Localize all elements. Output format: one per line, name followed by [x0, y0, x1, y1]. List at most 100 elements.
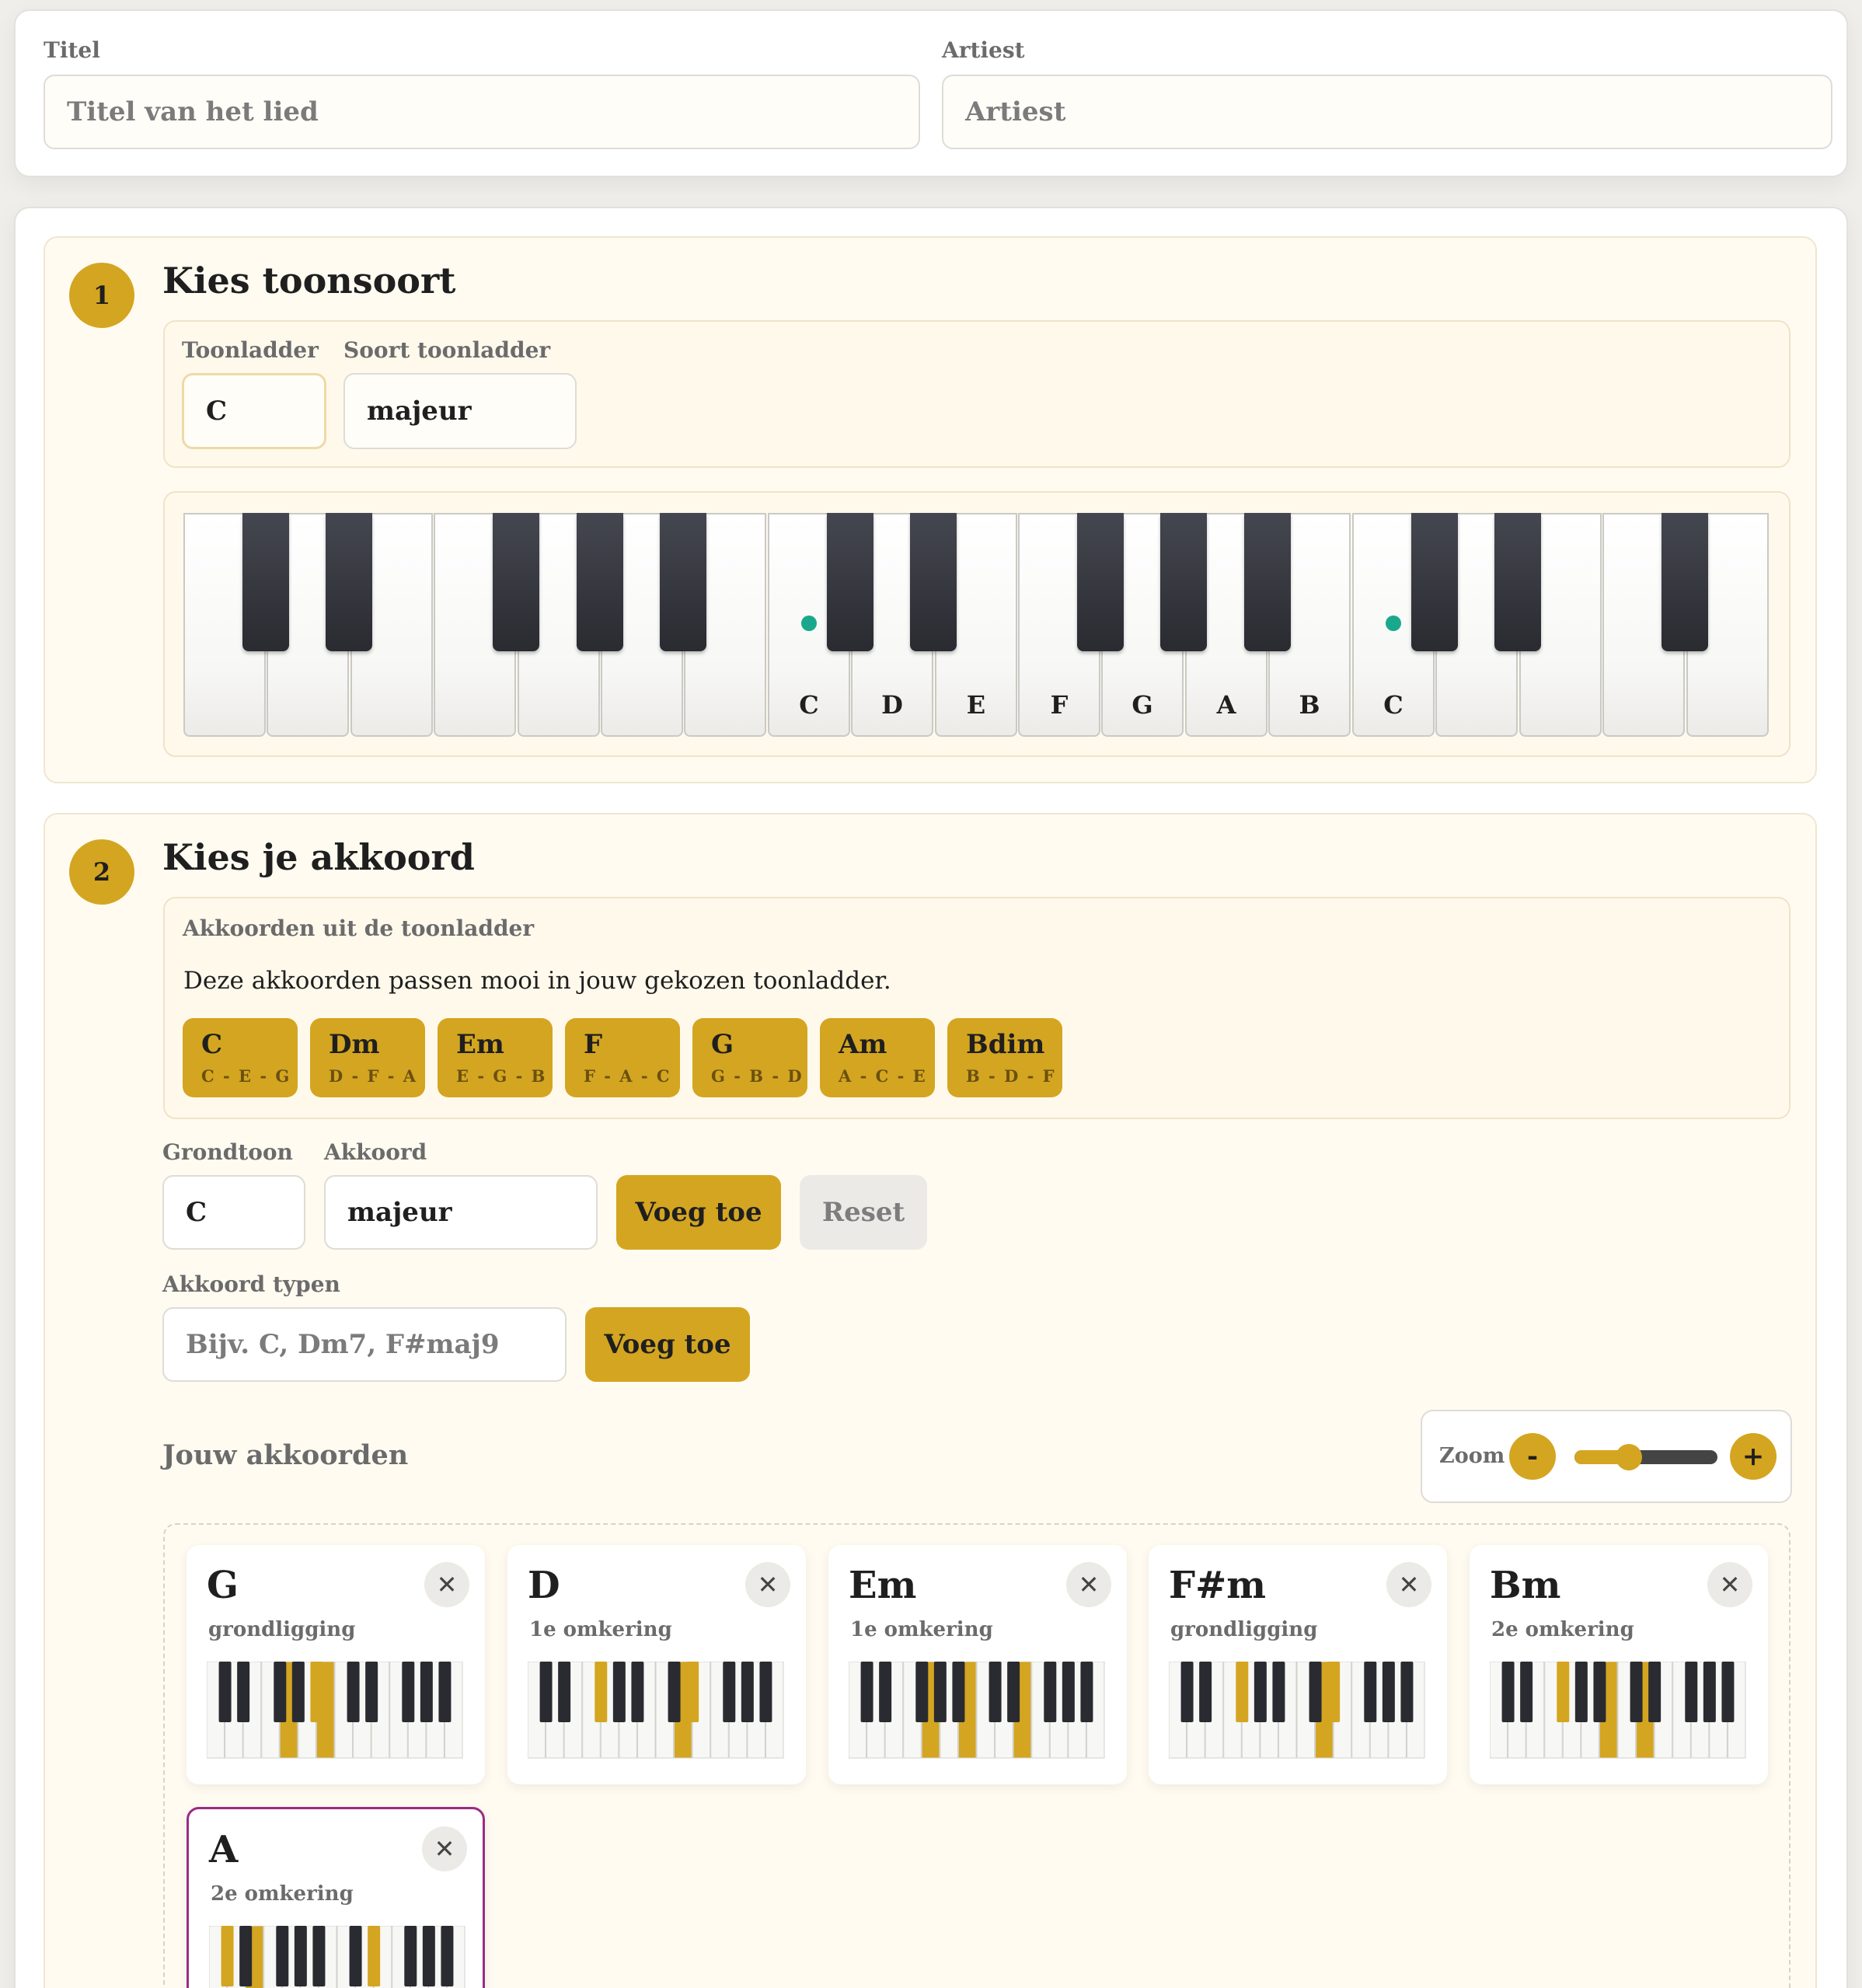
chord-card[interactable]: F#m grondligging ✕ [1149, 1545, 1447, 1784]
step2-badge: 2 [69, 839, 134, 905]
black-key[interactable] [1494, 513, 1541, 651]
chord-card-inversion: 2e omkering [1491, 1618, 1634, 1641]
close-icon[interactable]: ✕ [1386, 1562, 1431, 1607]
mini-black-key [1199, 1662, 1212, 1722]
mini-black-key [237, 1662, 250, 1722]
black-key[interactable] [326, 513, 372, 651]
mini-black-key [1593, 1662, 1606, 1722]
mini-keyboard [1490, 1662, 1746, 1759]
black-key[interactable] [1662, 513, 1708, 651]
mini-black-key [1044, 1662, 1057, 1722]
chip-notes: A - C - E [839, 1066, 927, 1086]
black-key[interactable] [910, 513, 957, 651]
chord-card-inversion: grondligging [208, 1618, 356, 1641]
mini-black-key [218, 1662, 232, 1722]
chord-card[interactable]: A 2e omkering ✕ [187, 1807, 485, 1988]
mini-black-key [441, 1926, 454, 1986]
mini-black-key [952, 1662, 965, 1722]
key-label: C [799, 690, 819, 720]
mini-black-key [539, 1662, 553, 1722]
chip-notes: F - A - C [584, 1066, 671, 1086]
mini-black-key [1236, 1662, 1249, 1722]
black-key[interactable] [1244, 513, 1291, 651]
close-icon[interactable]: ✕ [745, 1562, 790, 1607]
zoom-in-button[interactable]: + [1730, 1433, 1777, 1480]
mini-black-key [347, 1662, 360, 1722]
chord-chip-am[interactable]: Am A - C - E [820, 1018, 935, 1097]
black-key[interactable] [1411, 513, 1458, 651]
chord-card[interactable]: D 1e omkering ✕ [507, 1545, 806, 1784]
black-key[interactable] [1160, 513, 1207, 651]
mini-keyboard [849, 1662, 1105, 1759]
mini-keyboard [207, 1662, 463, 1759]
chord-chip-c[interactable]: C C - E - G [183, 1018, 298, 1097]
zoom-slider[interactable] [1574, 1450, 1717, 1464]
mini-black-key [1400, 1662, 1414, 1722]
mini-black-key [686, 1662, 699, 1722]
mini-black-key [1557, 1662, 1570, 1722]
reset-button[interactable]: Reset [800, 1175, 927, 1250]
mini-black-key [558, 1662, 571, 1722]
black-key[interactable] [493, 513, 539, 651]
chip-notes: G - B - D [711, 1066, 804, 1086]
type-chord-input[interactable]: Bijv. C, Dm7, F#maj9 [162, 1307, 567, 1382]
artist-input[interactable]: Artiest [942, 75, 1832, 149]
scale-select[interactable]: C [182, 373, 326, 449]
mini-keyboard [528, 1662, 784, 1759]
mini-black-key [1520, 1662, 1533, 1722]
mini-black-key [310, 1662, 323, 1722]
chip-notes: E - G - B [456, 1066, 547, 1086]
add-chord-button[interactable]: Voeg toe [616, 1175, 781, 1250]
black-key[interactable] [242, 513, 289, 651]
chord-chip-dm[interactable]: Dm D - F - A [310, 1018, 425, 1097]
close-icon[interactable]: ✕ [422, 1826, 467, 1871]
black-key[interactable] [1077, 513, 1124, 651]
scale-type-select[interactable]: majeur [343, 373, 577, 449]
zoom-control: Zoom - + [1421, 1410, 1792, 1503]
mini-black-key [612, 1662, 626, 1722]
add-typed-chord-button[interactable]: Voeg toe [585, 1307, 750, 1382]
suggested-chords-title: Akkoorden uit de toonladder [183, 916, 535, 941]
chord-type-select[interactable]: majeur [324, 1175, 598, 1250]
chord-chip-em[interactable]: Em E - G - B [438, 1018, 553, 1097]
mini-black-key [1080, 1662, 1093, 1722]
chord-card-name: Bm [1490, 1564, 1561, 1607]
mini-black-key [1327, 1662, 1341, 1722]
chord-card-inversion: grondligging [1170, 1618, 1318, 1641]
zoom-out-button[interactable]: - [1509, 1433, 1556, 1480]
chord-card[interactable]: Bm 2e omkering ✕ [1470, 1545, 1768, 1784]
chord-card-inversion: 1e omkering [529, 1618, 672, 1641]
black-key[interactable] [577, 513, 623, 651]
chord-card-name: Em [849, 1564, 917, 1607]
mini-black-key [723, 1662, 736, 1722]
mini-black-key [741, 1662, 754, 1722]
mini-black-key [368, 1926, 381, 1986]
close-icon[interactable]: ✕ [424, 1562, 469, 1607]
black-key[interactable] [827, 513, 873, 651]
suggested-chords-desc: Deze akkoorden passen mooi in jouw gekoz… [183, 967, 891, 995]
mini-keyboard [1169, 1662, 1425, 1759]
mini-black-key [1309, 1662, 1322, 1722]
mini-black-key [312, 1926, 326, 1986]
mini-black-key [879, 1662, 892, 1722]
chord-card[interactable]: Em 1e omkering ✕ [828, 1545, 1127, 1784]
chord-chip-g[interactable]: G G - B - D [692, 1018, 807, 1097]
title-input[interactable]: Titel van het lied [44, 75, 920, 149]
mini-black-key [915, 1662, 929, 1722]
chord-chip-bdim[interactable]: Bdim B - D - F [947, 1018, 1062, 1097]
mini-black-key [1501, 1662, 1515, 1722]
root-select[interactable]: C [162, 1175, 305, 1250]
zoom-slider-thumb[interactable] [1615, 1444, 1642, 1470]
black-key[interactable] [660, 513, 706, 651]
chip-notes: D - F - A [329, 1066, 418, 1086]
chord-chip-f[interactable]: F F - A - C [565, 1018, 680, 1097]
chord-card[interactable]: Ggrondligging ✕ [187, 1545, 485, 1784]
root-marker-icon [801, 616, 817, 631]
scale-type-label: Soort toonladder [343, 337, 551, 363]
mini-black-key [291, 1662, 305, 1722]
close-icon[interactable]: ✕ [1066, 1562, 1111, 1607]
scale-label: Toonladder [182, 337, 319, 363]
close-icon[interactable]: ✕ [1707, 1562, 1752, 1607]
chip-name: F [584, 1029, 603, 1060]
mini-black-key [1180, 1662, 1194, 1722]
